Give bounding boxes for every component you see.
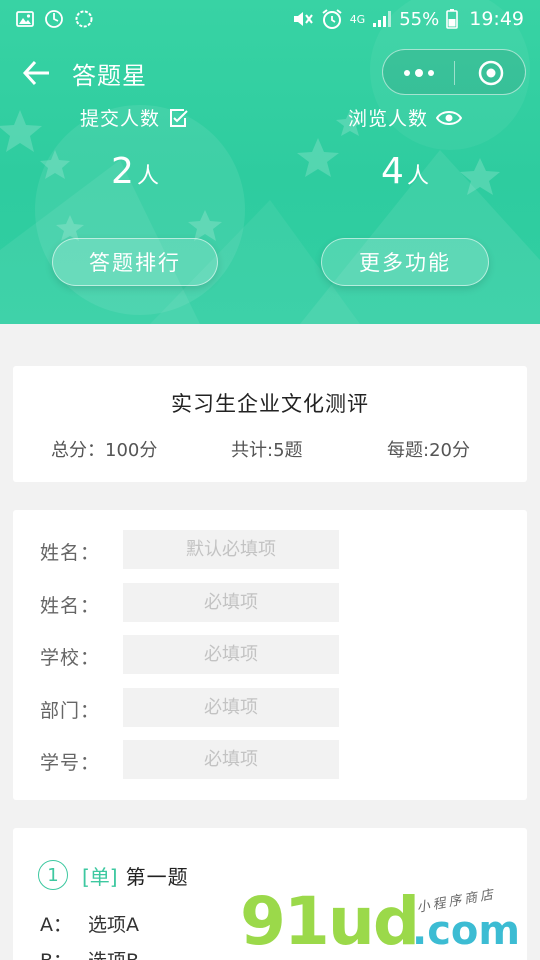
field-label: 学号：: [40, 752, 101, 774]
ranking-button[interactable]: 答题排行: [52, 238, 218, 286]
submit-count-value: 2: [111, 151, 134, 192]
view-count-label: 浏览人数: [347, 108, 428, 130]
watermark-domain: .com: [412, 908, 521, 954]
quiz-info-card: 实习生企业文化测评 总分：100分 共计:5题 每题:20分: [13, 366, 527, 482]
department-input[interactable]: [123, 688, 339, 727]
status-time: 19:49: [469, 8, 524, 30]
field-label: 部门：: [40, 700, 101, 722]
view-count-unit: 人: [406, 164, 429, 189]
page-title: 答题星: [72, 62, 147, 90]
image-icon: [16, 11, 34, 27]
status-bar: 4G 55% 19:49: [0, 0, 540, 38]
option-letter: B：: [40, 946, 88, 960]
form-row-name-default: 姓名：: [13, 530, 527, 570]
quiz-title: 实习生企业文化测评: [171, 392, 369, 416]
question-type: [单]: [82, 864, 118, 889]
field-label: 学校：: [40, 647, 101, 669]
name-input[interactable]: [123, 583, 339, 622]
form-row-department: 部门：: [13, 688, 527, 728]
form-row-student-id: 学号：: [13, 740, 527, 780]
arrow-left-icon: [22, 60, 49, 86]
question-text: 第一题: [125, 864, 189, 889]
more-menu-button[interactable]: [383, 50, 455, 96]
eye-icon: [436, 110, 462, 125]
circle-icon: [75, 10, 93, 28]
question-header: 1 [单] 第一题: [38, 860, 189, 890]
form-row-school: 学校：: [13, 635, 527, 675]
score-per-question: 每题:20分: [387, 440, 470, 461]
submit-count-unit: 人: [136, 164, 159, 189]
option-b[interactable]: B： 选项B: [40, 946, 139, 960]
edit-check-icon: [170, 108, 188, 127]
more-dots-icon: [404, 69, 434, 77]
question-count: 共计:5题: [231, 440, 303, 461]
more-functions-button[interactable]: 更多功能: [321, 238, 489, 286]
signal-icon: [373, 11, 392, 27]
battery-percent: 55%: [399, 8, 440, 30]
mute-icon: [293, 12, 313, 26]
watermark-main: 91ud: [240, 883, 420, 960]
question-number-badge: 1: [38, 860, 68, 890]
target-close-icon: [478, 60, 504, 86]
submit-count-label: 提交人数: [79, 108, 160, 130]
header-banner: 4G 55% 19:49 答题星 提交人数 2 人 浏览人数 4 人 答题排行 …: [0, 0, 540, 324]
view-count-stat: 浏览人数 4人: [290, 104, 520, 192]
network-type: 4G: [349, 12, 366, 26]
respondent-form: 姓名： 姓名： 学校： 部门： 学号：: [13, 510, 527, 800]
submit-count-stat: 提交人数 2人: [20, 104, 250, 192]
alarm-icon: [322, 9, 342, 29]
nav-bar: 答题星: [0, 46, 540, 100]
name-input-default[interactable]: [123, 530, 339, 569]
option-text: 选项A: [88, 914, 139, 936]
sync-icon: [45, 10, 63, 28]
field-label: 姓名：: [40, 542, 101, 564]
back-button[interactable]: [20, 56, 54, 90]
view-count-value: 4: [381, 151, 404, 192]
watermark-logo: 91ud .com 小程序商店: [240, 886, 540, 960]
option-a[interactable]: A： 选项A: [40, 910, 139, 937]
option-letter: A：: [40, 914, 72, 936]
student-id-input[interactable]: [123, 740, 339, 779]
form-row-name: 姓名：: [13, 583, 527, 623]
mini-program-capsule: [382, 49, 526, 95]
battery-icon: [446, 9, 459, 29]
option-text: 选项B: [88, 946, 139, 960]
field-label: 姓名：: [40, 595, 101, 617]
close-mini-program-button[interactable]: [455, 50, 527, 96]
school-input[interactable]: [123, 635, 339, 674]
total-score: 总分：100分: [51, 440, 158, 461]
